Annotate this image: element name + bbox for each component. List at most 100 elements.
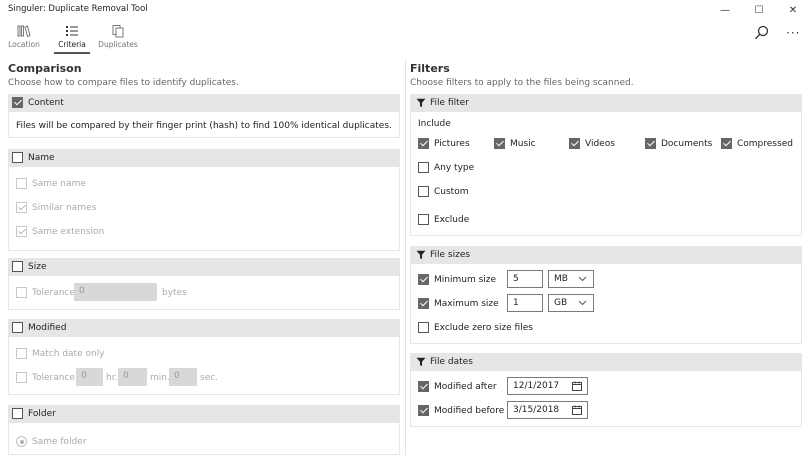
pictures-checkbox[interactable]	[418, 138, 429, 149]
search-icon[interactable]	[752, 24, 772, 42]
file-filter-header: File filter	[410, 94, 802, 112]
minimum-size-input[interactable]: 5	[507, 270, 543, 288]
modified-before-date-picker[interactable]: 3/15/2018	[507, 401, 588, 419]
modified-tolerance-checkbox[interactable]	[16, 372, 27, 383]
maximum-size-checkbox[interactable]	[418, 298, 429, 309]
maximum-size-label: Maximum size	[434, 299, 499, 309]
modified-tolerance-label: Tolerance	[32, 373, 75, 383]
folder-header: Folder	[8, 405, 400, 423]
exclude-zero-size-checkbox[interactable]	[418, 322, 429, 333]
name-header: Name	[8, 149, 400, 167]
size-unit-label: bytes	[162, 288, 187, 298]
compressed-checkbox[interactable]	[721, 138, 732, 149]
file-dates-box: Modified after 12/1/2017 Modified before…	[410, 371, 802, 427]
minimum-size-label: Minimum size	[434, 275, 497, 285]
custom-label: Custom	[434, 187, 469, 197]
same-name-checkbox[interactable]	[16, 178, 27, 189]
compressed-label: Compressed	[737, 139, 793, 149]
pictures-label: Pictures	[434, 139, 470, 149]
filters-panel: Filters Choose filters to apply to the f…	[410, 60, 802, 455]
same-extension-label: Same extension	[32, 227, 105, 237]
close-button[interactable]: ✕	[776, 0, 810, 20]
calendar-icon	[572, 381, 582, 391]
folder-label: Folder	[28, 409, 56, 419]
tab-location[interactable]: Location	[2, 22, 46, 54]
chevron-down-icon	[578, 300, 587, 306]
tab-duplicates-label: Duplicates	[98, 40, 138, 49]
filters-subtitle: Choose filters to apply to the files bei…	[410, 78, 634, 88]
tab-duplicates[interactable]: Duplicates	[96, 22, 140, 54]
content-description: Files will be compared by their finger p…	[16, 121, 392, 131]
maximum-size-input[interactable]: 1	[507, 294, 543, 312]
folder-box: Same folder	[8, 423, 400, 455]
folder-checkbox[interactable]	[12, 408, 23, 419]
maximum-size-unit-select[interactable]: GB	[548, 294, 594, 312]
videos-checkbox[interactable]	[569, 138, 580, 149]
filter-icon	[416, 98, 426, 108]
same-folder-label: Same folder	[32, 437, 87, 447]
content-checkbox[interactable]	[12, 97, 23, 108]
minutes-unit: min.	[150, 373, 170, 383]
more-options-button[interactable]: ···	[786, 26, 800, 40]
minimize-button[interactable]: —	[708, 0, 742, 20]
name-label: Name	[28, 153, 55, 163]
minimum-size-unit-select[interactable]: MB	[548, 270, 594, 288]
maximize-button[interactable]: ☐	[742, 0, 776, 20]
custom-checkbox[interactable]	[418, 186, 429, 197]
maximum-size-unit-value: GB	[554, 298, 568, 308]
chevron-down-icon	[578, 276, 587, 282]
match-date-only-checkbox[interactable]	[16, 348, 27, 359]
size-header: Size	[8, 258, 400, 276]
calendar-icon	[572, 405, 582, 415]
modified-label: Modified	[28, 323, 67, 333]
hours-input[interactable]: 0	[76, 368, 103, 386]
modified-after-label: Modified after	[434, 382, 497, 392]
match-date-only-label: Match date only	[32, 349, 105, 359]
file-sizes-header: File sizes	[410, 246, 802, 264]
seconds-unit: sec.	[200, 373, 219, 383]
filter-icon	[416, 250, 426, 260]
documents-checkbox[interactable]	[645, 138, 656, 149]
same-folder-radio[interactable]	[16, 436, 27, 447]
music-checkbox[interactable]	[494, 138, 505, 149]
any-type-label: Any type	[434, 163, 475, 173]
content-label: Content	[28, 98, 64, 108]
library-icon	[17, 25, 31, 38]
modified-after-date-picker[interactable]: 12/1/2017	[507, 377, 588, 395]
size-box: Tolerance 0 bytes	[8, 276, 400, 310]
any-type-checkbox[interactable]	[418, 162, 429, 173]
minimum-size-checkbox[interactable]	[418, 274, 429, 285]
minimum-size-unit-value: MB	[554, 274, 568, 284]
name-checkbox[interactable]	[12, 152, 23, 163]
comparison-subtitle: Choose how to compare files to identify …	[8, 78, 239, 88]
comparison-panel: Comparison Choose how to compare files t…	[8, 60, 400, 455]
modified-after-checkbox[interactable]	[418, 381, 429, 392]
file-sizes-box: Minimum size 5 MB Maximum size 1 GB Excl…	[410, 264, 802, 344]
file-dates-header: File dates	[410, 353, 802, 371]
file-dates-label: File dates	[430, 357, 473, 367]
exclude-zero-size-label: Exclude zero size files	[434, 323, 533, 333]
modified-box: Match date only Tolerance 0 hr. 0 min. 0…	[8, 337, 400, 395]
file-sizes-label: File sizes	[430, 250, 471, 260]
size-checkbox[interactable]	[12, 261, 23, 272]
modified-before-checkbox[interactable]	[418, 405, 429, 416]
modified-before-label: Modified before	[434, 406, 505, 416]
content-header: Content	[8, 94, 400, 112]
comparison-title: Comparison	[8, 62, 82, 75]
tab-location-label: Location	[8, 40, 40, 49]
list-icon	[66, 26, 78, 36]
minutes-input[interactable]: 0	[118, 368, 147, 386]
modified-checkbox[interactable]	[12, 322, 23, 333]
tab-criteria[interactable]: Criteria	[50, 22, 94, 54]
size-tolerance-checkbox[interactable]	[16, 287, 27, 298]
size-tolerance-input[interactable]: 0	[74, 283, 157, 301]
similar-names-checkbox[interactable]	[16, 202, 27, 213]
window-title: Singuler: Duplicate Removal Tool	[8, 4, 148, 14]
music-label: Music	[510, 139, 536, 149]
seconds-input[interactable]: 0	[169, 368, 197, 386]
size-label: Size	[28, 262, 47, 272]
same-extension-checkbox[interactable]	[16, 226, 27, 237]
exclude-label: Exclude	[434, 215, 470, 225]
modified-header: Modified	[8, 319, 400, 337]
exclude-checkbox[interactable]	[418, 214, 429, 225]
